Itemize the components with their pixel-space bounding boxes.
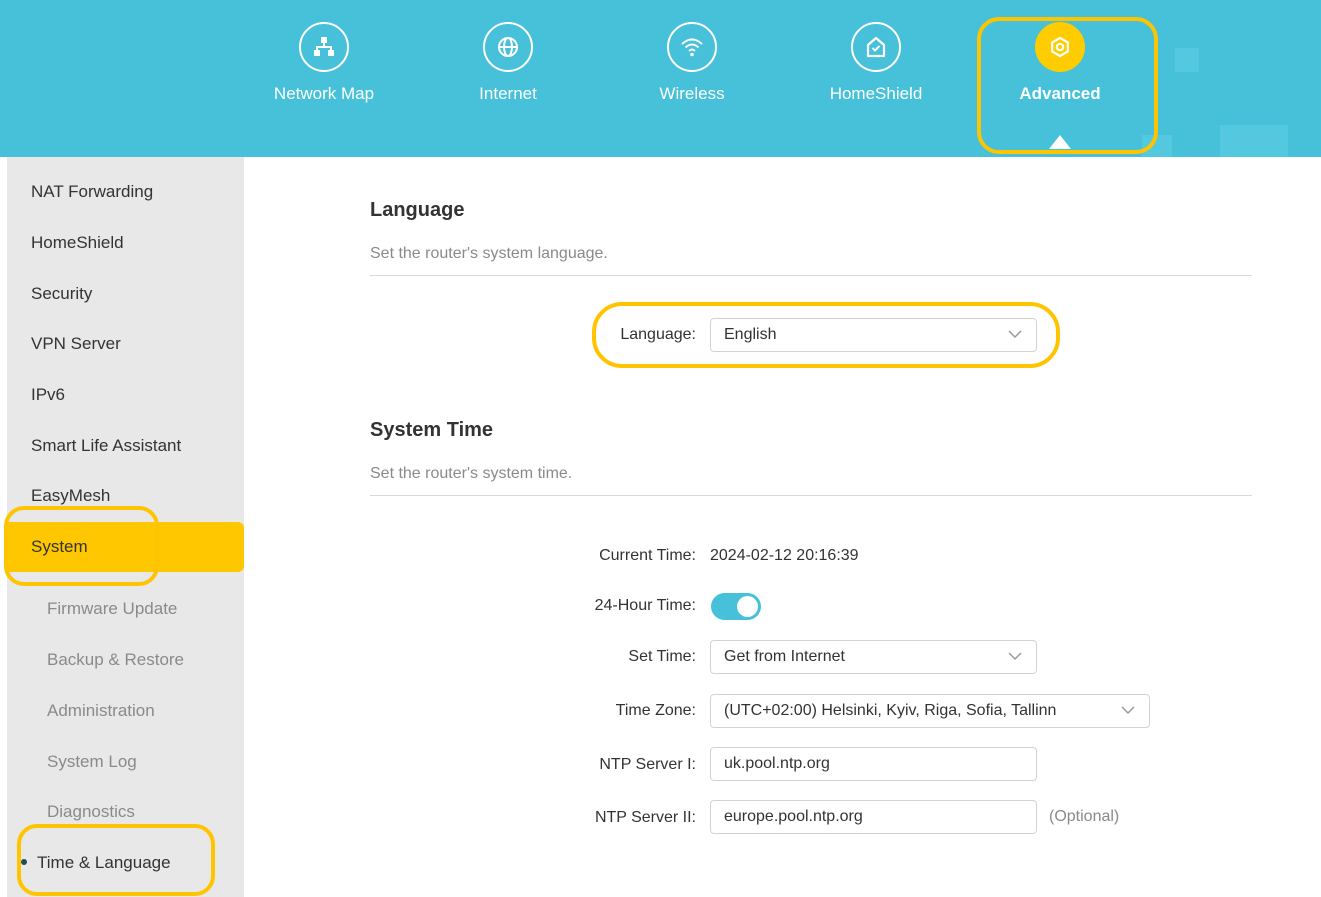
divider — [370, 275, 1252, 276]
nav-advanced[interactable]: Advanced — [980, 22, 1140, 104]
set-time-select[interactable]: Get from Internet — [710, 640, 1037, 674]
nav-wireless[interactable]: Wireless — [612, 22, 772, 104]
nav-label: Wireless — [659, 84, 725, 103]
timezone-select[interactable]: (UTC+02:00) Helsinki, Kyiv, Riga, Sofia,… — [710, 694, 1150, 728]
language-section-title: Language — [370, 199, 465, 221]
nav-network-map[interactable]: Network Map — [244, 22, 404, 104]
nav-internet[interactable]: Internet — [428, 22, 588, 104]
globe-icon — [483, 22, 533, 72]
active-pointer — [1049, 135, 1071, 149]
gear-icon — [1035, 22, 1085, 72]
nav-label: Network Map — [273, 84, 375, 103]
decoration — [1220, 125, 1288, 157]
nav-label: Internet — [479, 84, 537, 103]
sidebar-item-smart-life-assistant[interactable]: Smart Life Assistant — [7, 421, 244, 471]
sidebar-item-system[interactable]: System — [7, 522, 244, 572]
timezone-select-value: (UTC+02:00) Helsinki, Kyiv, Riga, Sofia,… — [724, 702, 1057, 719]
decoration — [1175, 48, 1199, 72]
sidebar-item-nat-forwarding[interactable]: NAT Forwarding — [7, 167, 244, 217]
sidebar-subitem-time-language[interactable]: Time & Language — [7, 838, 244, 888]
system-time-section-title: System Time — [370, 419, 494, 441]
current-time-value: 2024-02-12 20:16:39 — [710, 547, 859, 564]
ntp-server-2-label: NTP Server II: — [594, 809, 696, 826]
decoration — [1142, 135, 1172, 157]
sidebar: NAT Forwarding HomeShield Security VPN S… — [7, 157, 244, 897]
ntp-server-1-label: NTP Server I: — [599, 756, 696, 773]
nav-homeshield[interactable]: HomeShield — [796, 22, 956, 104]
ntp-server-2-value: europe.pool.ntp.org — [724, 808, 863, 825]
toggle-knob — [737, 596, 758, 617]
nav-label: HomeShield — [829, 84, 923, 103]
ntp-server-2-input[interactable]: europe.pool.ntp.org — [710, 800, 1037, 834]
language-label: Language: — [620, 326, 696, 343]
chevron-down-icon — [1008, 652, 1022, 661]
sidebar-subitem-firmware-update[interactable]: Firmware Update — [7, 584, 244, 634]
network-map-icon — [299, 22, 349, 72]
set-time-select-value: Get from Internet — [724, 648, 845, 665]
language-select[interactable]: English — [710, 318, 1037, 352]
sidebar-subitem-diagnostics[interactable]: Diagnostics — [7, 787, 244, 837]
sidebar-subitem-system-log[interactable]: System Log — [7, 737, 244, 787]
chevron-down-icon — [1008, 330, 1022, 339]
nav-label: Advanced — [1019, 84, 1101, 103]
language-section-description: Set the router's system language. — [370, 245, 608, 262]
current-dot-icon — [21, 858, 27, 865]
sidebar-item-ipv6[interactable]: IPv6 — [7, 370, 244, 420]
language-select-value: English — [724, 326, 777, 343]
sidebar-subitem-backup-restore[interactable]: Backup & Restore — [7, 635, 244, 685]
divider — [370, 495, 1252, 496]
sidebar-item-vpn-server[interactable]: VPN Server — [7, 319, 244, 369]
system-time-section-description: Set the router's system time. — [370, 465, 573, 482]
wifi-icon — [667, 22, 717, 72]
sidebar-item-security[interactable]: Security — [7, 269, 244, 319]
hour24-label: 24-Hour Time: — [594, 597, 696, 614]
ntp-server-1-input[interactable]: uk.pool.ntp.org — [710, 747, 1037, 781]
timezone-label: Time Zone: — [615, 702, 696, 719]
ntp-server-1-value: uk.pool.ntp.org — [724, 755, 830, 772]
house-shield-icon — [851, 22, 901, 72]
sidebar-item-easymesh[interactable]: EasyMesh — [7, 471, 244, 521]
ntp-server-2-optional-hint: (Optional) — [1049, 808, 1120, 825]
sidebar-item-homeshield[interactable]: HomeShield — [7, 218, 244, 268]
sidebar-subitem-administration[interactable]: Administration — [7, 686, 244, 736]
hour24-toggle[interactable] — [711, 593, 761, 620]
top-navigation: Network Map Internet Wireless HomeShield… — [0, 0, 1321, 157]
set-time-label: Set Time: — [628, 648, 696, 665]
chevron-down-icon — [1121, 706, 1135, 715]
sidebar-subitem-label: Time & Language — [37, 853, 171, 872]
current-time-label: Current Time: — [599, 547, 696, 564]
